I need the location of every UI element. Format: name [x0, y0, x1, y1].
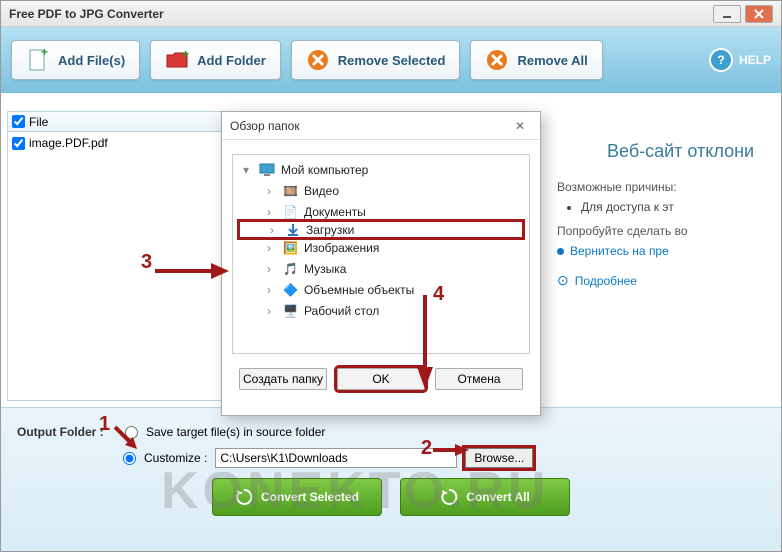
expand-icon[interactable]: › [270, 223, 280, 237]
add-files-label: Add File(s) [58, 53, 125, 68]
browse-button[interactable]: Browse... [465, 448, 533, 468]
window-controls [713, 5, 773, 23]
link-back[interactable]: Вернитесь на пре [557, 244, 765, 258]
chevron-down-icon: ⊙ [557, 272, 569, 289]
file-name: image.PDF.pdf [29, 136, 108, 150]
cancel-button[interactable]: Отмена [435, 368, 523, 390]
radio-customize[interactable] [123, 452, 136, 465]
remove-selected-label: Remove Selected [338, 53, 446, 68]
cube-icon: 🔷 [283, 283, 298, 297]
expand-icon[interactable]: › [267, 241, 277, 255]
radio-source-label: Save target file(s) in source folder [146, 425, 325, 439]
side-sub1: Возможные причины: [557, 180, 765, 194]
refresh-icon [440, 488, 458, 506]
file-checkbox[interactable] [12, 137, 25, 150]
tree-node-video[interactable]: ›🎞️Видео [237, 180, 525, 201]
browse-folders-dialog: Обзор папок ✕ ▾ Мой компьютер ›🎞️Видео ›… [221, 111, 541, 416]
annotation-1: 1 [99, 413, 110, 436]
tree-node-3d[interactable]: ›🔷Объемные объекты [237, 279, 525, 300]
radio-customize-label: Customize : [144, 451, 207, 465]
side-li1: Для доступа к эт [581, 200, 765, 214]
folder-add-icon: + [165, 48, 189, 72]
annotation-3: 3 [141, 251, 152, 274]
file-column-header: File [29, 115, 48, 129]
expand-icon[interactable]: › [267, 205, 277, 219]
dialog-buttons: Создать папку OK Отмена [222, 360, 540, 400]
computer-icon [259, 163, 275, 177]
tree-node-pictures[interactable]: ›🖼️Изображения [237, 237, 525, 258]
music-icon: 🎵 [283, 262, 298, 276]
close-button[interactable] [745, 5, 773, 23]
convert-selected-button[interactable]: Convert Selected [212, 478, 382, 516]
side-heading: Веб-сайт отклони [607, 141, 765, 162]
create-folder-button[interactable]: Создать папку [239, 368, 327, 390]
annotation-2: 2 [421, 437, 432, 460]
remove-all-label: Remove All [517, 53, 587, 68]
file-add-icon: + [26, 48, 50, 72]
remove-x-icon [485, 48, 509, 72]
download-icon [286, 223, 300, 237]
svg-text:+: + [182, 49, 189, 61]
help-icon: ? [709, 48, 733, 72]
toolbar: + Add File(s) + Add Folder Remove Select… [1, 27, 781, 93]
picture-icon: 🖼️ [283, 241, 298, 255]
add-folder-button[interactable]: + Add Folder [150, 40, 281, 80]
add-files-button[interactable]: + Add File(s) [11, 40, 140, 80]
side-sub2: Попробуйте сделать во [557, 224, 765, 238]
add-folder-label: Add Folder [197, 53, 266, 68]
select-all-checkbox[interactable] [12, 115, 25, 128]
convert-all-button[interactable]: Convert All [400, 478, 570, 516]
remove-all-button[interactable]: Remove All [470, 40, 602, 80]
dialog-title: Обзор папок [230, 119, 300, 133]
radio-source-folder[interactable] [125, 426, 138, 439]
document-icon: 📄 [283, 205, 298, 219]
output-panel: Output Folder : Save target file(s) in s… [1, 407, 781, 551]
side-panel: Веб-сайт отклони Возможные причины: Для … [545, 111, 775, 401]
folder-tree[interactable]: ▾ Мой компьютер ›🎞️Видео ›📄Документы ›За… [232, 154, 530, 354]
dialog-titlebar: Обзор папок ✕ [222, 112, 540, 140]
remove-x-icon [306, 48, 330, 72]
expand-icon[interactable]: › [267, 262, 277, 276]
tree-node-music[interactable]: ›🎵Музыка [237, 258, 525, 279]
expand-icon[interactable]: › [267, 304, 277, 318]
video-icon: 🎞️ [283, 184, 298, 198]
expand-icon[interactable]: › [267, 184, 277, 198]
svg-text:+: + [41, 48, 48, 59]
desktop-icon: 🖥️ [283, 304, 298, 318]
help-label: HELP [739, 53, 771, 67]
expand-icon[interactable]: › [267, 283, 277, 297]
minimize-button[interactable] [713, 5, 741, 23]
remove-selected-button[interactable]: Remove Selected [291, 40, 461, 80]
window-title: Free PDF to JPG Converter [9, 7, 164, 21]
titlebar: Free PDF to JPG Converter [1, 1, 781, 27]
dialog-close-button[interactable]: ✕ [508, 117, 532, 135]
annotation-4: 4 [433, 283, 444, 306]
ok-button[interactable]: OK [337, 368, 425, 390]
link-more[interactable]: ⊙Подробнее [557, 272, 765, 289]
tree-node-desktop[interactable]: ›🖥️Рабочий стол [237, 300, 525, 321]
bullet-icon [557, 248, 564, 255]
help-link[interactable]: ? HELP [709, 48, 771, 72]
tree-root[interactable]: ▾ Мой компьютер [237, 159, 525, 180]
refresh-icon [235, 488, 253, 506]
expand-icon[interactable]: ▾ [243, 163, 253, 177]
